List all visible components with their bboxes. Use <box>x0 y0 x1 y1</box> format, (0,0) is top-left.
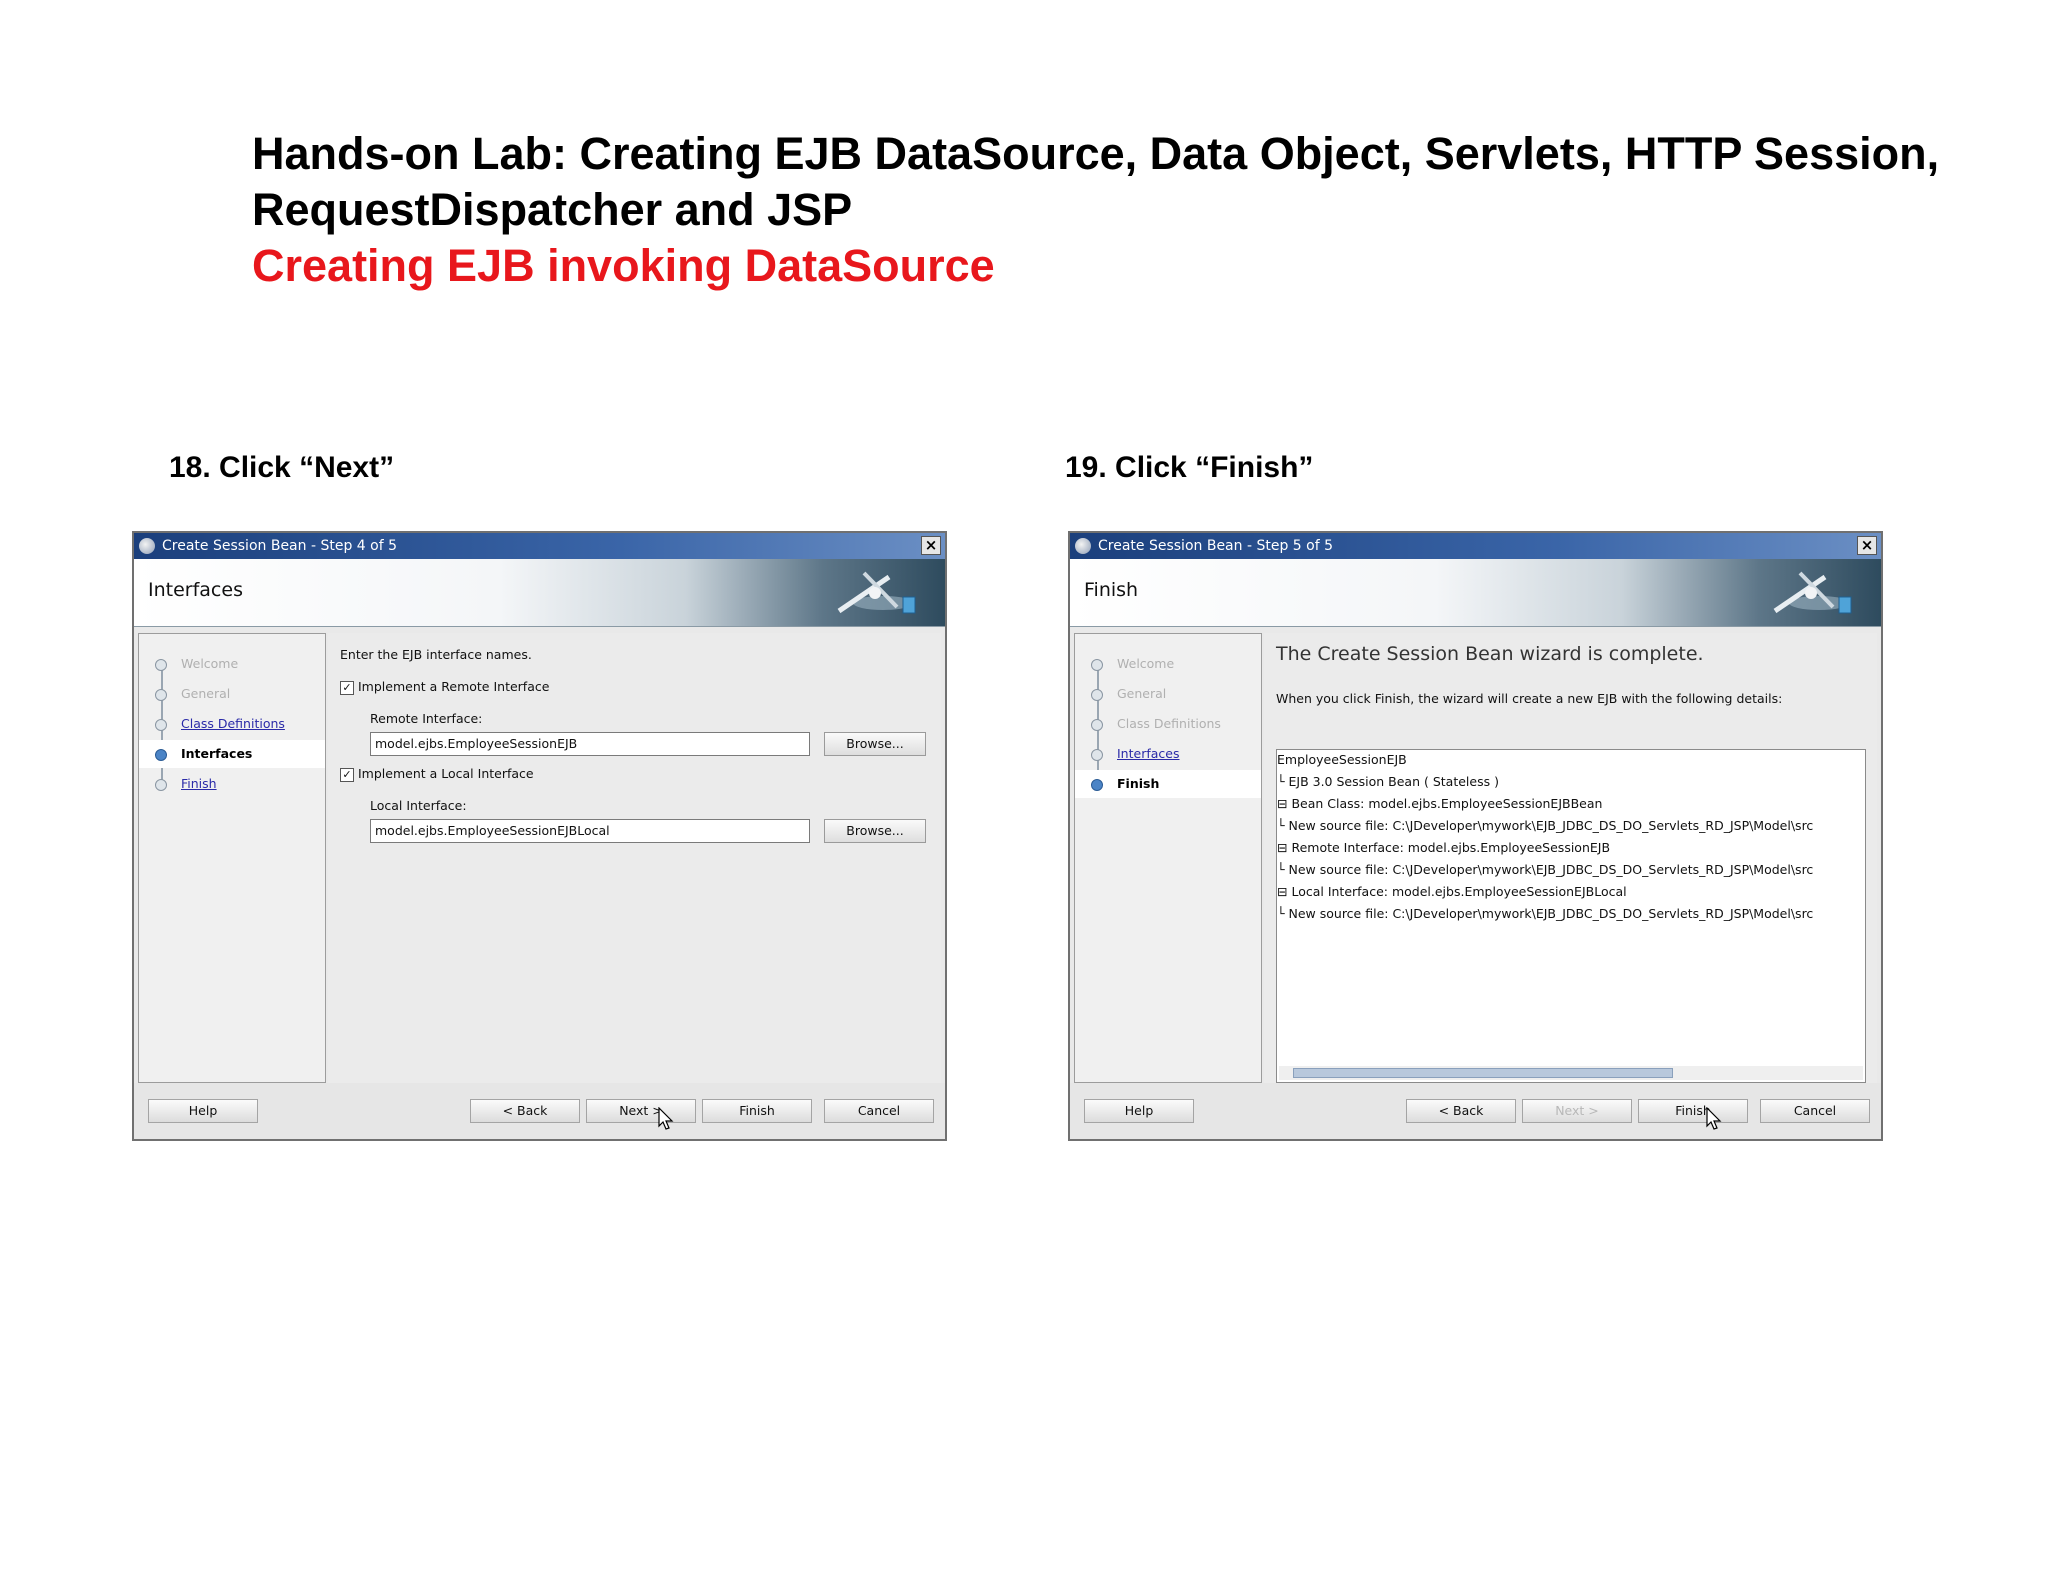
page-subtitle: Creating EJB invoking DataSource <box>252 240 995 291</box>
wizard-header: Interfaces <box>134 559 945 627</box>
step-dot-icon <box>1091 749 1103 761</box>
browse-local-button[interactable]: Browse... <box>824 819 926 843</box>
checkbox-label: Implement a Remote Interface <box>358 679 550 694</box>
tree-node: └ EJB 3.0 Session Bean ( Stateless ) <box>1277 774 1499 789</box>
step-dot-icon <box>155 689 167 701</box>
nav-item-general: General <box>139 680 325 708</box>
nav-item-label: Class Definitions <box>181 716 285 731</box>
next-button[interactable]: Next > <box>586 1099 696 1123</box>
nav-item-interfaces[interactable]: Interfaces <box>139 740 325 768</box>
nav-item-label: Welcome <box>1117 656 1175 671</box>
horizontal-scrollbar[interactable] <box>1279 1066 1863 1080</box>
nav-item-label: Interfaces <box>1117 746 1180 761</box>
nav-item-label: General <box>181 686 231 701</box>
step-dot-icon <box>1091 719 1103 731</box>
wizard-content: Enter the EJB interface names. ✓ Implemen… <box>328 633 941 1083</box>
nav-item-finish[interactable]: Finish <box>1075 770 1261 798</box>
checkbox-checked-icon[interactable]: ✓ <box>340 680 354 695</box>
next-button[interactable]: Next > <box>1522 1099 1632 1123</box>
dialog-titlebar[interactable]: Create Session Bean - Step 5 of 5 × <box>1070 533 1881 559</box>
instruction-text: Enter the EJB interface names. <box>340 647 532 662</box>
browse-remote-button[interactable]: Browse... <box>824 732 926 756</box>
tree-node[interactable]: ⊟ Bean Class: model.ejbs.EmployeeSession… <box>1277 796 1602 811</box>
wizard-nav-panel: Welcome General Class Definitions Interf… <box>138 633 326 1083</box>
finish-button[interactable]: Finish <box>1638 1099 1748 1123</box>
wizard-button-bar: Help < Back Next > Finish Cancel <box>1070 1083 1881 1139</box>
nav-item-finish[interactable]: Finish <box>139 770 325 798</box>
mouse-cursor-icon <box>658 1107 674 1130</box>
cancel-button[interactable]: Cancel <box>1760 1099 1870 1123</box>
nav-item-label: Interfaces <box>181 746 253 761</box>
step-dot-icon <box>1091 779 1103 791</box>
back-button[interactable]: < Back <box>470 1099 580 1123</box>
step-18-caption: 18. Click “Next” <box>169 451 395 484</box>
step-dot-icon <box>155 779 167 791</box>
step-dot-icon <box>155 659 167 671</box>
step-dot-icon <box>155 719 167 731</box>
wizard-header: Finish <box>1070 559 1881 627</box>
tree-node[interactable]: ⊟ Local Interface: model.ejbs.EmployeeSe… <box>1277 884 1627 899</box>
wizard-nav-panel: Welcome General Class Definitions Interf… <box>1074 633 1262 1083</box>
checkbox-label: Implement a Local Interface <box>358 766 534 781</box>
mouse-cursor-icon <box>1706 1107 1722 1130</box>
wizard-complete-heading: The Create Session Bean wizard is comple… <box>1276 643 1704 665</box>
wizard-content: The Create Session Bean wizard is comple… <box>1264 633 1877 1083</box>
remote-interface-input[interactable]: model.ejbs.EmployeeSessionEJB <box>370 732 810 756</box>
nav-item-label: Welcome <box>181 656 239 671</box>
nav-item-label: Finish <box>181 776 217 791</box>
help-button[interactable]: Help <box>148 1099 258 1123</box>
nav-item-label: Finish <box>1117 776 1160 791</box>
window-title: Create Session Bean - Step 4 of 5 <box>162 538 397 554</box>
tree-node: EmployeeSessionEJB <box>1277 752 1407 767</box>
remote-interface-checkbox[interactable]: ✓ Implement a Remote Interface <box>340 679 549 695</box>
nav-item-general: General <box>1075 680 1261 708</box>
tree-node: └ New source file: C:\JDeveloper\mywork\… <box>1277 862 1814 877</box>
local-interface-input[interactable]: model.ejbs.EmployeeSessionEJBLocal <box>370 819 810 843</box>
tree-node: └ New source file: C:\JDeveloper\mywork\… <box>1277 818 1814 833</box>
local-interface-checkbox[interactable]: ✓ Implement a Local Interface <box>340 766 534 782</box>
nav-item-welcome: Welcome <box>1075 650 1261 678</box>
nav-item-welcome: Welcome <box>139 650 325 678</box>
back-button[interactable]: < Back <box>1406 1099 1516 1123</box>
wizard-button-bar: Help < Back Next > Finish Cancel <box>134 1083 945 1139</box>
step-19-caption: 19. Click “Finish” <box>1065 451 1314 484</box>
tree-node[interactable]: ⊟ Remote Interface: model.ejbs.EmployeeS… <box>1277 840 1610 855</box>
finish-button[interactable]: Finish <box>702 1099 812 1123</box>
step-dot-icon <box>155 749 167 761</box>
nav-item-label: Class Definitions <box>1117 716 1221 731</box>
dialog-titlebar[interactable]: Create Session Bean - Step 4 of 5 × <box>134 533 945 559</box>
nav-item-class-definitions[interactable]: Class Definitions <box>139 710 325 738</box>
bean-graphic-icon <box>1773 571 1852 614</box>
nav-item-class-definitions: Class Definitions <box>1075 710 1261 738</box>
nav-item-label: General <box>1117 686 1167 701</box>
window-title: Create Session Bean - Step 5 of 5 <box>1098 538 1333 554</box>
wizard-complete-text: When you click Finish, the wizard will c… <box>1276 691 1783 706</box>
wizard-page-heading: Interfaces <box>148 579 243 601</box>
wizard-page-heading: Finish <box>1084 579 1139 601</box>
remote-interface-label: Remote Interface: <box>370 711 483 726</box>
create-session-bean-dialog-step5: Create Session Bean - Step 5 of 5 × Fini… <box>1068 531 1883 1141</box>
step-dot-icon <box>1091 659 1103 671</box>
app-icon <box>139 538 155 554</box>
app-icon <box>1075 538 1091 554</box>
close-button[interactable]: × <box>1857 536 1877 555</box>
scrollbar-thumb[interactable] <box>1293 1068 1673 1078</box>
cancel-button[interactable]: Cancel <box>824 1099 934 1123</box>
page-title: Hands-on Lab: Creating EJB DataSource, D… <box>252 128 1940 235</box>
nav-item-interfaces[interactable]: Interfaces <box>1075 740 1261 768</box>
help-button[interactable]: Help <box>1084 1099 1194 1123</box>
create-session-bean-dialog-step4: Create Session Bean - Step 4 of 5 × Inte… <box>132 531 947 1141</box>
checkbox-checked-icon[interactable]: ✓ <box>340 767 354 782</box>
close-button[interactable]: × <box>921 536 941 555</box>
summary-tree[interactable]: EmployeeSessionEJB └ EJB 3.0 Session Bea… <box>1276 749 1866 1083</box>
local-interface-label: Local Interface: <box>370 798 467 813</box>
step-dot-icon <box>1091 689 1103 701</box>
bean-graphic-icon <box>837 571 916 614</box>
tree-node: └ New source file: C:\JDeveloper\mywork\… <box>1277 906 1814 921</box>
